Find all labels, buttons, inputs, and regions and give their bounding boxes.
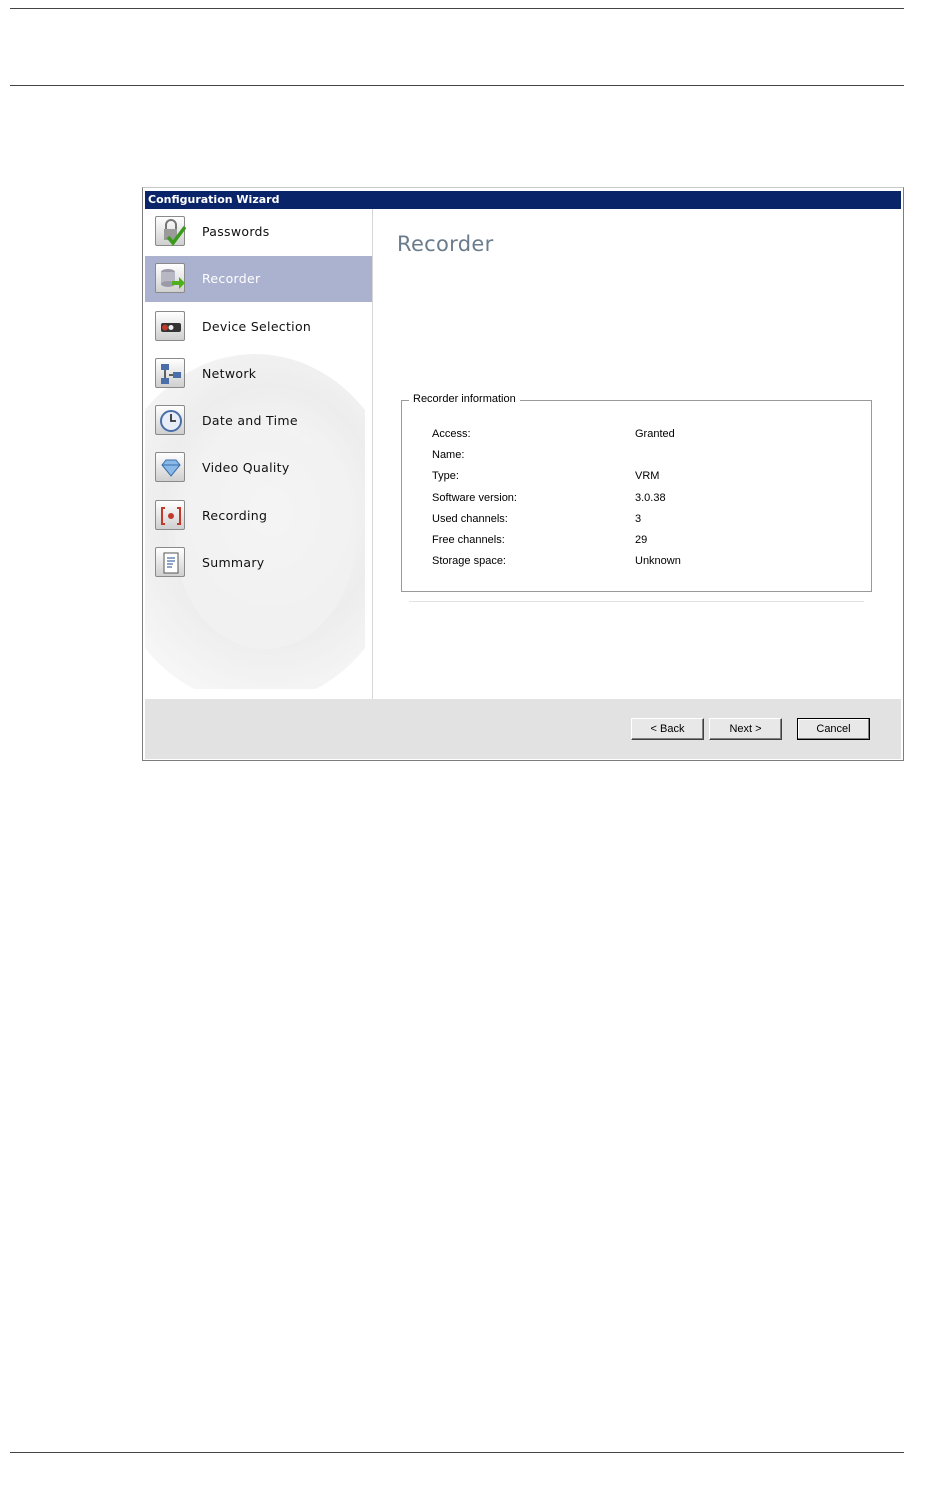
info-row-used-channels: Used channels: 3: [432, 513, 852, 529]
sidebar-item-passwords[interactable]: Passwords: [145, 209, 372, 255]
document-icon: [155, 547, 185, 577]
sidebar-item-label: Recorder: [202, 271, 261, 286]
info-label: Storage space:: [432, 555, 506, 567]
info-value: 3: [635, 513, 642, 525]
lock-check-icon: [155, 216, 186, 246]
info-value: Unknown: [635, 555, 681, 567]
info-value: VRM: [635, 470, 660, 482]
info-row-free-channels: Free channels: 29: [432, 534, 852, 550]
database-arrow-icon: [155, 263, 185, 293]
window-title: Configuration Wizard: [145, 191, 901, 209]
wizard-sidebar: Passwords Recorder Device Selection Netw…: [145, 209, 373, 699]
record-icon: [155, 500, 185, 530]
configuration-wizard-window: Configuration Wizard Passwords Recorder …: [142, 187, 904, 761]
info-label: Type:: [432, 470, 459, 482]
sidebar-item-label: Passwords: [202, 224, 270, 239]
sidebar-item-label: Recording: [202, 508, 268, 523]
info-row-access: Access: Granted: [432, 428, 852, 444]
info-row-type: Type: VRM: [432, 470, 852, 486]
sidebar-item-recording[interactable]: Recording: [145, 493, 372, 539]
clock-icon: [155, 405, 185, 435]
info-value: 3.0.38: [635, 492, 666, 504]
back-button[interactable]: < Back: [631, 718, 704, 740]
info-label: Free channels:: [432, 534, 505, 546]
sidebar-item-label: Date and Time: [202, 413, 298, 428]
sidebar-item-label: Summary: [202, 555, 265, 570]
page-footer-rule: [10, 1452, 904, 1453]
sidebar-item-date-and-time[interactable]: Date and Time: [145, 398, 372, 444]
sidebar-item-network[interactable]: Network: [145, 351, 372, 397]
sidebar-item-recorder[interactable]: Recorder: [145, 256, 372, 302]
info-row-storage-space: Storage space: Unknown: [432, 555, 852, 571]
sidebar-item-label: Network: [202, 366, 257, 381]
wizard-footer: < Back Next > Cancel: [145, 699, 901, 759]
sidebar-item-device-selection[interactable]: Device Selection: [145, 304, 372, 350]
network-icon: [155, 358, 185, 388]
sidebar-item-label: Video Quality: [202, 460, 290, 475]
info-label: Name:: [432, 449, 465, 461]
wizard-content: Recorder Recorder information Access: Gr…: [373, 209, 901, 699]
cancel-button[interactable]: Cancel: [797, 718, 870, 740]
page-title: Recorder: [397, 232, 494, 256]
info-label: Access:: [432, 428, 471, 440]
group-legend: Recorder information: [409, 393, 520, 405]
camera-icon: [155, 311, 185, 341]
info-row-name: Name:: [432, 449, 852, 465]
page-top-rule: [10, 8, 904, 9]
sidebar-item-label: Device Selection: [202, 319, 312, 334]
info-label: Used channels:: [432, 513, 508, 525]
info-label: Software version:: [432, 492, 517, 504]
content-separator: [409, 601, 864, 602]
info-value: 29: [635, 534, 648, 546]
recorder-information-group: Recorder information Access: Granted Nam…: [401, 393, 872, 592]
page-header-rule: [10, 85, 904, 86]
sidebar-item-summary[interactable]: Summary: [145, 540, 372, 586]
next-button[interactable]: Next >: [709, 718, 782, 740]
sidebar-item-video-quality[interactable]: Video Quality: [145, 445, 372, 491]
info-value: Granted: [635, 428, 675, 440]
info-row-software-version: Software version: 3.0.38: [432, 492, 852, 508]
diamond-icon: [155, 452, 185, 482]
